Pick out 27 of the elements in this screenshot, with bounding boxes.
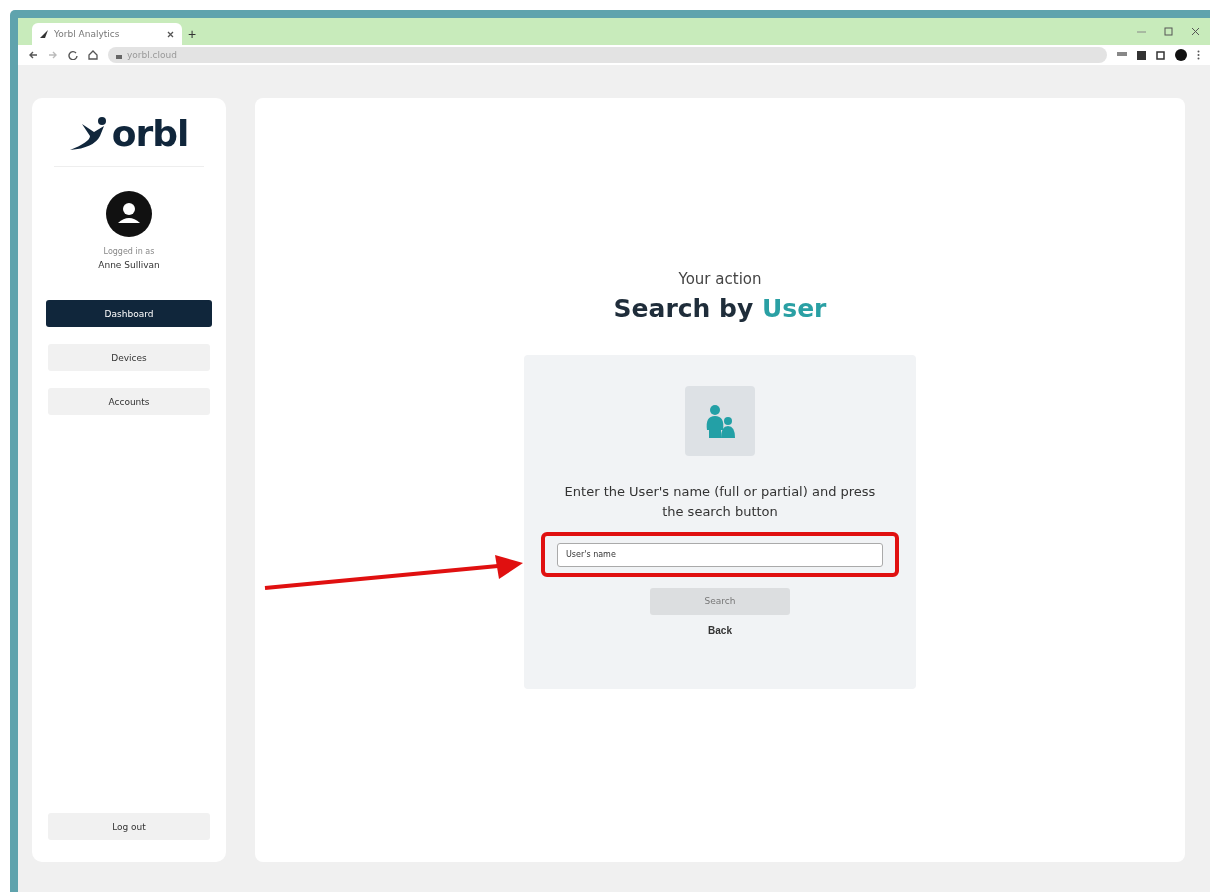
- users-icon: [705, 404, 735, 438]
- tab-title: Yorbl Analytics: [54, 29, 121, 39]
- close-icon[interactable]: [1191, 27, 1200, 36]
- instruction-text: Enter the User's name (full or partial) and press the search button: [563, 483, 877, 521]
- user-name: Anne Sullivan: [98, 260, 160, 270]
- avatar-icon: [106, 191, 152, 237]
- reload-icon[interactable]: [68, 50, 78, 60]
- new-tab-button[interactable]: +: [188, 26, 197, 42]
- nav-item[interactable]: Accounts: [48, 388, 210, 415]
- nav-item[interactable]: Dashboard: [46, 300, 212, 327]
- page-title: Search by User: [613, 294, 827, 323]
- logged-in-caption: Logged in as: [103, 247, 155, 256]
- logo-text: orbl: [111, 116, 189, 152]
- url-text: yorbl.cloud: [127, 50, 177, 60]
- back-icon[interactable]: [28, 50, 38, 60]
- user-name-field[interactable]: User's name: [557, 542, 883, 567]
- logout-button[interactable]: Log out: [48, 813, 210, 840]
- nav-item[interactable]: Devices: [48, 344, 210, 371]
- favicon-icon: [40, 30, 48, 38]
- profile-icon[interactable]: [1175, 49, 1187, 61]
- back-link[interactable]: Back: [708, 624, 732, 636]
- maximize-icon[interactable]: [1164, 27, 1173, 36]
- more-icon[interactable]: [1197, 50, 1200, 60]
- home-icon[interactable]: [88, 50, 98, 60]
- close-icon[interactable]: [167, 30, 174, 38]
- eyebrow-text: Your action: [678, 270, 762, 288]
- browser-tab[interactable]: Yorbl Analytics: [32, 23, 182, 45]
